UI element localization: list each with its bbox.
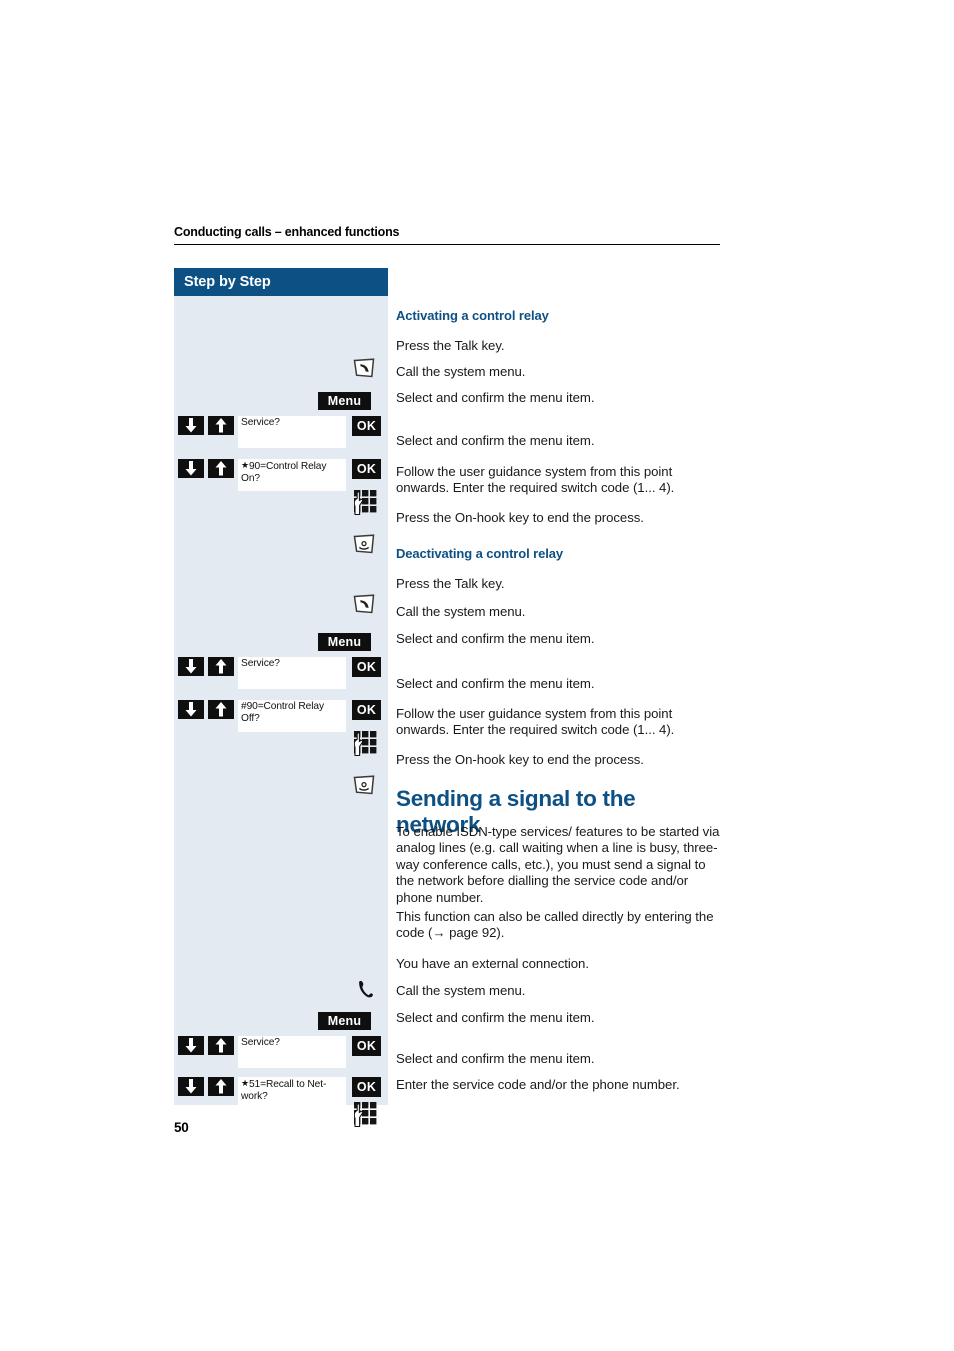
step-text-follow-guidance: Follow the user guidance system from thi… (396, 464, 675, 496)
display-line: Off? (241, 712, 260, 724)
arrow-up-icon[interactable] (208, 416, 234, 435)
step-text-select-confirm: Select and confirm the menu item. (396, 390, 595, 405)
arrow-down-icon[interactable] (178, 657, 204, 676)
heading-activating-control-relay: Activating a control relay (396, 308, 549, 323)
header-rule (174, 244, 720, 245)
display-line: Service? (241, 658, 280, 669)
step-text-press-talk: Press the Talk key. (396, 338, 505, 353)
arrow-down-icon[interactable] (178, 1077, 204, 1096)
sidebar-body: Menu Service? OK ★90=Control Relay On? O… (174, 296, 388, 1127)
step-text-external-connection: You have an external connection. (396, 956, 589, 971)
nav-up-key[interactable] (208, 416, 234, 435)
display-line: Service? (241, 1037, 280, 1048)
display-line: ★51=Recall to Net- (241, 1078, 327, 1090)
step-text-follow-guidance: Follow the user guidance system from thi… (396, 706, 675, 738)
step-text-press-onhook: Press the On-hook key to end the process… (396, 510, 644, 525)
running-header-text: Conducting calls – enhanced functions (174, 225, 400, 239)
nav-up-key[interactable] (208, 1036, 234, 1055)
nav-up-key[interactable] (208, 1077, 234, 1096)
nav-down-key[interactable] (178, 459, 204, 478)
nav-up-key[interactable] (208, 459, 234, 478)
display-field: Service? (238, 416, 346, 448)
step-text-call-menu: Call the system menu. (396, 364, 526, 379)
arrow-up-icon[interactable] (208, 700, 234, 719)
step-text-select-confirm: Select and confirm the menu item. (396, 631, 595, 646)
nav-up-key[interactable] (208, 657, 234, 676)
menu-button[interactable]: Menu (318, 633, 371, 651)
ok-button[interactable]: OK (352, 700, 381, 720)
display-field: #90=Control Relay Off? (238, 700, 346, 732)
step-text-enter-service-code: Enter the service code and/or the phone … (396, 1077, 680, 1092)
talk-key-icon[interactable] (352, 358, 376, 379)
nav-down-key[interactable] (178, 416, 204, 435)
display-field: Service? (238, 657, 346, 689)
ok-button[interactable]: OK (352, 1036, 381, 1056)
ok-button[interactable]: OK (352, 657, 381, 677)
step-text-call-menu: Call the system menu. (396, 604, 526, 619)
arrow-down-icon[interactable] (178, 459, 204, 478)
display-field: Service? (238, 1036, 346, 1068)
display-field: ★90=Control Relay On? (238, 459, 346, 491)
display-line: On? (241, 472, 260, 484)
arrow-down-icon[interactable] (178, 416, 204, 435)
keypad-icon[interactable] (354, 731, 378, 756)
menu-button[interactable]: Menu (318, 392, 371, 410)
ok-button[interactable]: OK (352, 1077, 381, 1097)
ok-button[interactable]: OK (352, 416, 381, 436)
menu-button[interactable]: Menu (318, 1012, 371, 1030)
keypad-icon[interactable] (354, 1102, 378, 1127)
nav-down-key[interactable] (178, 1077, 204, 1096)
on-hook-key-icon[interactable] (352, 534, 376, 555)
document-page: Conducting calls – enhanced functions St… (0, 0, 954, 1351)
keypad-icon[interactable] (354, 490, 378, 515)
display-line: work? (241, 1090, 268, 1102)
nav-down-key[interactable] (178, 700, 204, 719)
arrow-down-icon[interactable] (178, 1036, 204, 1055)
step-text-call-menu: Call the system menu. (396, 983, 526, 998)
on-hook-key-icon[interactable] (352, 775, 376, 796)
running-header: Conducting calls – enhanced functions (174, 225, 720, 245)
talk-key-icon[interactable] (352, 594, 376, 615)
nav-up-key[interactable] (208, 700, 234, 719)
display-line: #90=Control Relay (241, 701, 324, 712)
sidebar-header: Step by Step (174, 268, 388, 296)
step-text-select-confirm: Select and confirm the menu item. (396, 1010, 595, 1025)
arrow-down-icon[interactable] (178, 700, 204, 719)
heading-deactivating-control-relay: Deactivating a control relay (396, 546, 563, 561)
step-text-press-talk: Press the Talk key. (396, 576, 505, 591)
page-number: 50 (174, 1120, 189, 1135)
step-text-select-confirm: Select and confirm the menu item. (396, 676, 595, 691)
display-line: ★90=Control Relay (241, 460, 327, 472)
arrow-up-icon[interactable] (208, 459, 234, 478)
display-line: Service? (241, 417, 280, 428)
step-text-select-confirm: Select and confirm the menu item. (396, 433, 595, 448)
nav-down-key[interactable] (178, 657, 204, 676)
step-by-step-sidebar: Step by Step Menu Service? OK ★90=Contro… (174, 268, 388, 1127)
sidebar-title: Step by Step (184, 274, 271, 290)
arrow-up-icon[interactable] (208, 657, 234, 676)
handset-icon (356, 980, 376, 1000)
paragraph-direct-code: This function can also be called directl… (396, 909, 714, 941)
arrow-up-icon[interactable] (208, 1036, 234, 1055)
step-text-select-confirm: Select and confirm the menu item. (396, 1051, 595, 1066)
ok-button[interactable]: OK (352, 459, 381, 479)
star-glyph: ★ (241, 460, 249, 470)
step-text-press-onhook: Press the On-hook key to end the process… (396, 752, 644, 767)
star-glyph: ★ (241, 1078, 249, 1088)
display-field: ★51=Recall to Net- work? (238, 1077, 346, 1109)
arrow-up-icon[interactable] (208, 1077, 234, 1096)
paragraph-isdn: To enable ISDN-type services/ features t… (396, 824, 720, 905)
nav-down-key[interactable] (178, 1036, 204, 1055)
